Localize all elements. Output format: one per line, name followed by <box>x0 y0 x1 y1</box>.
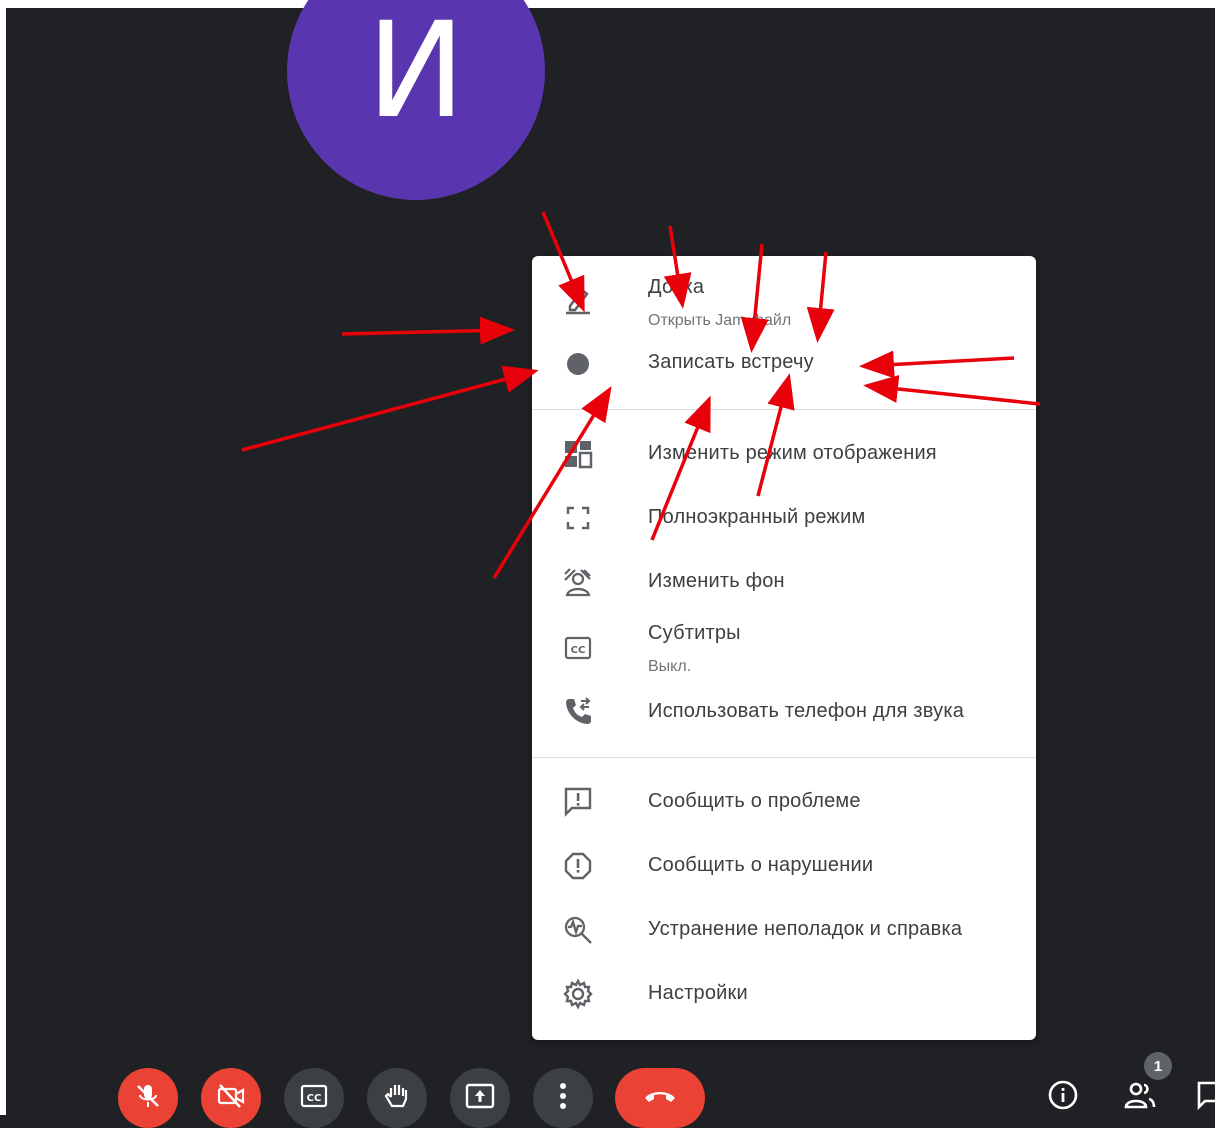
menu-item-label: Сообщить о нарушении <box>648 854 874 876</box>
menu-item-label: Сообщить о проблеме <box>648 790 861 812</box>
menu-item-layout[interactable]: Изменить режим отображения <box>532 432 1036 476</box>
cc-icon: CC <box>300 1084 328 1113</box>
report-icon <box>560 848 596 884</box>
chat-button[interactable] <box>1196 1080 1215 1114</box>
menu-item-captions[interactable]: CC Субтитры Выкл. <box>532 618 1036 684</box>
menu-item-whiteboard[interactable]: Доска Открыть Jam-файл <box>532 270 1036 340</box>
menu-item-phone-audio[interactable]: Использовать телефон для звука <box>532 688 1036 734</box>
menu-item-fullscreen[interactable]: Полноэкранный режим <box>532 496 1036 540</box>
background-icon <box>560 564 596 600</box>
troubleshoot-icon <box>560 912 596 948</box>
menu-item-report-problem[interactable]: Сообщить о проблеме <box>532 780 1036 824</box>
raise-hand-icon <box>383 1081 411 1116</box>
feedback-icon <box>560 784 596 820</box>
present-icon <box>465 1083 495 1114</box>
people-count-badge: 1 <box>1144 1052 1172 1080</box>
menu-item-label: Изменить режим отображения <box>648 442 937 464</box>
layout-icon <box>560 436 596 472</box>
phone-audio-icon <box>560 693 596 729</box>
menu-item-report-abuse[interactable]: Сообщить о нарушении <box>532 844 1036 888</box>
participant-avatar: И <box>287 0 545 200</box>
svg-text:CC: CC <box>307 1093 322 1104</box>
end-call-button[interactable] <box>615 1068 705 1128</box>
camera-toggle-button[interactable] <box>201 1068 261 1128</box>
mic-off-icon <box>134 1082 162 1115</box>
more-vert-icon <box>558 1082 568 1115</box>
menu-item-label: Доска <box>648 276 705 298</box>
raise-hand-button[interactable] <box>367 1068 427 1128</box>
menu-divider <box>532 409 1036 410</box>
fullscreen-icon <box>560 500 596 536</box>
cc-icon: CC <box>560 630 596 666</box>
avatar-letter: И <box>366 0 466 148</box>
menu-item-label: Записать встречу <box>648 351 814 373</box>
info-icon <box>1047 1079 1079 1116</box>
end-call-icon <box>643 1088 677 1109</box>
menu-item-label: Настройки <box>648 982 748 1004</box>
meeting-details-button[interactable] <box>1046 1080 1080 1114</box>
menu-item-label: Изменить фон <box>648 570 785 592</box>
captions-button[interactable]: CC <box>284 1068 344 1128</box>
svg-text:CC: CC <box>571 645 586 656</box>
menu-item-label: Устранение неполадок и справка <box>648 918 963 940</box>
record-dot-icon <box>560 346 596 382</box>
people-icon <box>1123 1080 1157 1115</box>
menu-item-sublabel: Выкл. <box>648 658 692 675</box>
top-border <box>0 0 1215 8</box>
chat-icon <box>1196 1080 1215 1114</box>
present-button[interactable] <box>450 1068 510 1128</box>
menu-divider <box>532 757 1036 758</box>
more-options-menu: Доска Открыть Jam-файл Записать встречу … <box>532 256 1036 1040</box>
menu-item-label: Использовать телефон для звука <box>648 700 965 722</box>
pen-board-icon <box>560 282 596 318</box>
menu-item-sublabel: Открыть Jam-файл <box>648 312 792 329</box>
menu-item-label: Субтитры <box>648 622 741 644</box>
people-button[interactable] <box>1123 1080 1157 1114</box>
menu-item-label: Полноэкранный режим <box>648 506 866 528</box>
menu-item-settings[interactable]: Настройки <box>532 972 1036 1016</box>
camera-off-icon <box>216 1082 246 1115</box>
menu-item-troubleshooting[interactable]: Устранение неполадок и справка <box>532 908 1036 952</box>
gear-icon <box>560 976 596 1012</box>
more-options-button[interactable] <box>533 1068 593 1128</box>
mic-toggle-button[interactable] <box>118 1068 178 1128</box>
menu-item-record[interactable]: Записать встречу <box>532 342 1036 386</box>
menu-item-background[interactable]: Изменить фон <box>532 560 1036 604</box>
left-border <box>0 0 6 1115</box>
